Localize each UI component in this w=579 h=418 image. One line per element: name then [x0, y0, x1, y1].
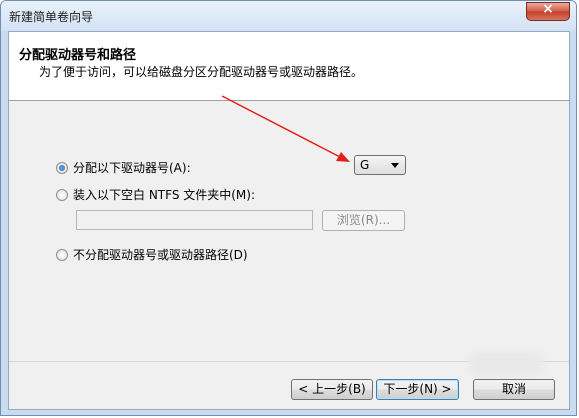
drive-letter-value: G	[360, 158, 370, 172]
blurred-watermark	[469, 352, 544, 377]
cancel-button[interactable]: 取消	[473, 379, 555, 400]
folder-path-input[interactable]	[76, 210, 313, 230]
assign-letter-label[interactable]: 分配以下驱动器号(A):	[73, 159, 191, 176]
mount-folder-label[interactable]: 装入以下空白 NTFS 文件夹中(M):	[73, 186, 255, 203]
next-button[interactable]: 下一步(N) >	[376, 379, 459, 400]
assign-letter-radio[interactable]	[56, 161, 68, 174]
close-icon: ×	[542, 1, 554, 17]
no-assign-option[interactable]: 不分配驱动器号或驱动器路径(D)	[56, 246, 248, 263]
title-bar: 新建简单卷向导 ×	[1, 1, 576, 31]
window-title: 新建简单卷向导	[9, 10, 94, 24]
page-subtitle: 为了便于访问，可以给磁盘分区分配驱动器号或驱动器路径。	[39, 65, 364, 79]
back-button[interactable]: < 上一步(B)	[291, 379, 373, 400]
no-assign-radio[interactable]	[56, 248, 68, 261]
mount-folder-radio[interactable]	[56, 188, 68, 201]
dropdown-arrow-icon	[391, 163, 399, 168]
browse-button[interactable]: 浏览(R)...	[322, 210, 405, 231]
page-title: 分配驱动器号和路径	[19, 48, 137, 63]
wizard-client-area: 分配驱动器号和路径 为了便于访问，可以给磁盘分区分配驱动器号或驱动器路径。 分配…	[8, 31, 570, 410]
assign-letter-option[interactable]: 分配以下驱动器号(A):	[56, 159, 191, 176]
wizard-header: 分配驱动器号和路径 为了便于访问，可以给磁盘分区分配驱动器号或驱动器路径。	[9, 32, 569, 101]
mount-folder-option[interactable]: 装入以下空白 NTFS 文件夹中(M):	[56, 186, 255, 203]
close-button[interactable]: ×	[526, 1, 570, 21]
no-assign-label[interactable]: 不分配驱动器号或驱动器路径(D)	[73, 246, 248, 263]
drive-letter-dropdown[interactable]: G	[354, 155, 406, 175]
wizard-window: 新建简单卷向导 × 分配驱动器号和路径 为了便于访问，可以给磁盘分区分配驱动器号…	[0, 0, 577, 416]
